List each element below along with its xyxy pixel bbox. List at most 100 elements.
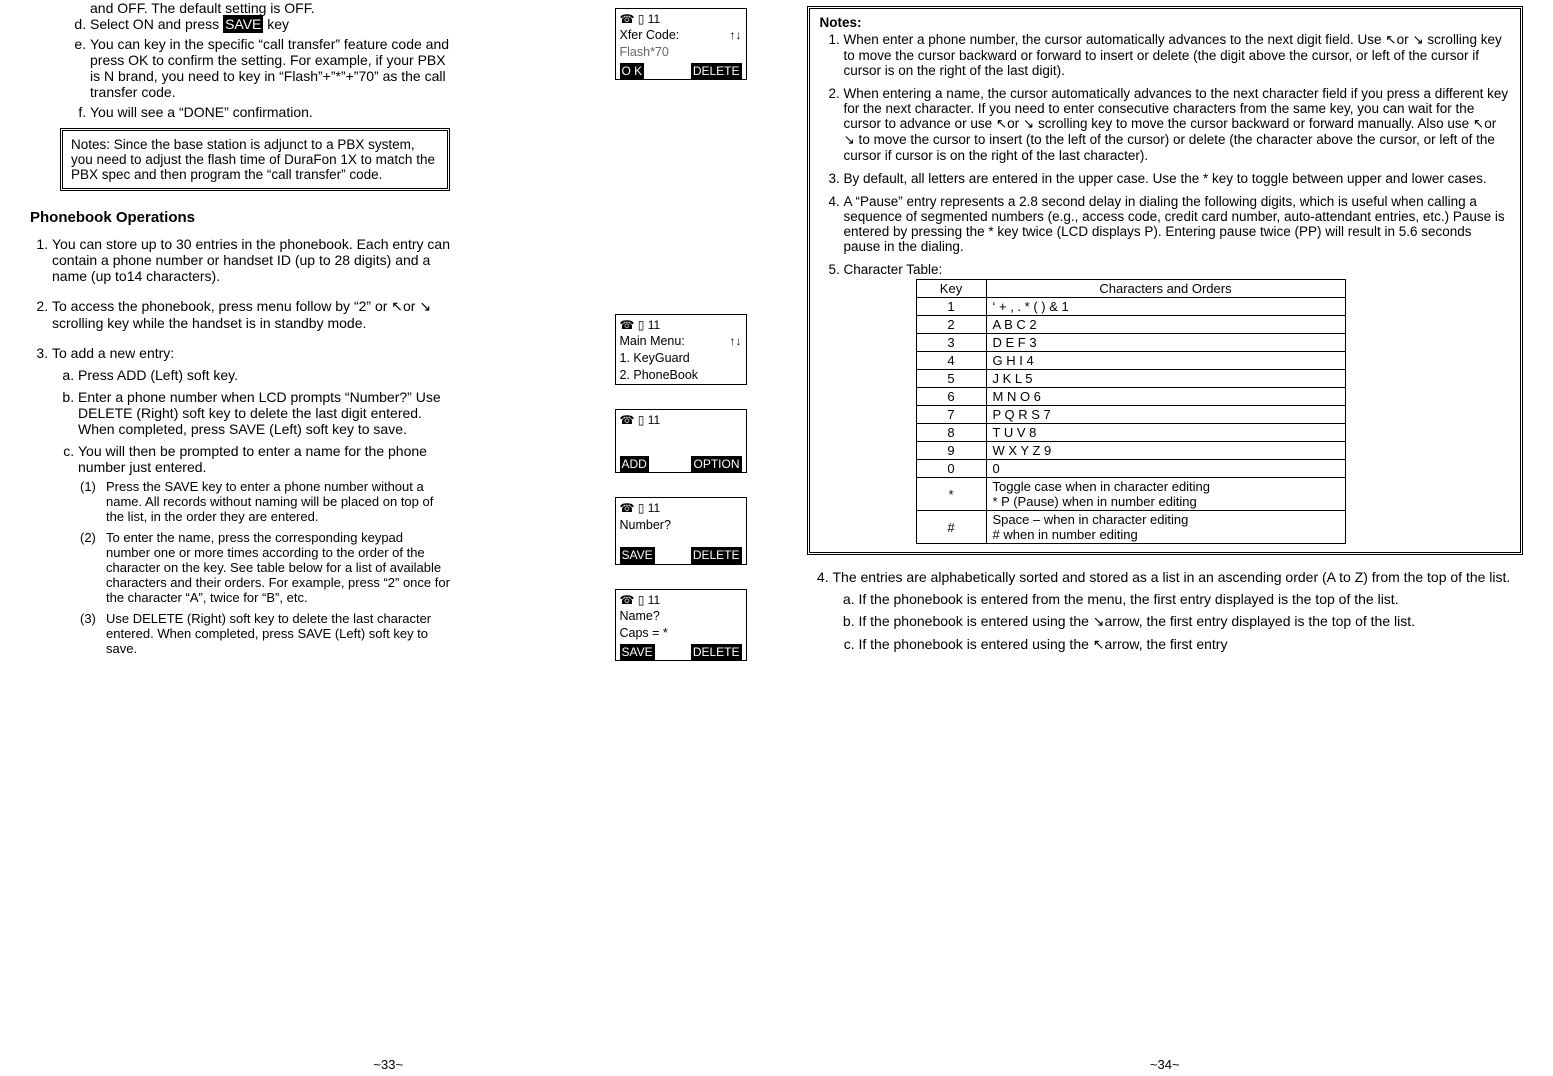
pbx-notes-box: Notes: Since the base station is adjunct… — [60, 128, 450, 191]
step-3c-3: (3)Use DELETE (Right) soft key to delete… — [106, 611, 450, 656]
after-4-lead: The entries are alphabetically sorted an… — [833, 569, 1511, 585]
notes-box-right: Notes: When enter a phone number, the cu… — [807, 6, 1524, 555]
page-number-34: ~34~ — [1150, 1057, 1180, 1072]
softkey-delete-1: DELETE — [691, 547, 742, 563]
softkey-save-1: SAVE — [620, 547, 655, 563]
note-5: Character Table: Key Characters and Orde… — [844, 262, 1511, 544]
lcd-name: ☎ ▯ 11 Name? Caps = * SAVE DELETE — [615, 589, 747, 661]
after-4-sub: If the phonebook is entered from the men… — [833, 591, 1524, 653]
step-3a: Press ADD (Left) soft key. — [78, 367, 450, 383]
lcd-mainmenu: ☎ ▯ 11 Main Menu: ↑↓ 1. KeyGuard 2. Phone… — [615, 314, 747, 385]
step-3c-1: (1)Press the SAVE key to enter a phone n… — [106, 479, 450, 524]
step-3b: Enter a phone number when LCD prompts “N… — [78, 389, 450, 437]
after-4c: If the phonebook is entered using the ↖a… — [859, 636, 1524, 653]
key-star: * — [916, 478, 986, 511]
chars-3: D E F 3 — [986, 334, 1345, 352]
key-1: 1 — [916, 298, 986, 316]
lcd-number-l1: Number? — [620, 517, 742, 534]
key-2: 2 — [916, 316, 986, 334]
softkey-option: OPTION — [691, 456, 741, 472]
lcd-name-l1: Name? — [620, 608, 742, 625]
page-spread: and OFF. The default setting is OFF. Sel… — [0, 0, 1553, 1076]
lcd-xfer-l2: Flash*70 — [620, 44, 742, 61]
key-5: 5 — [916, 370, 986, 388]
step-3-sub: Press ADD (Left) soft key. Enter a phone… — [52, 367, 450, 656]
lcd-main-l2: 1. KeyGuard — [620, 350, 742, 367]
note-5-lead: Character Table: — [844, 262, 943, 277]
note-1: When enter a phone number, the cursor au… — [844, 32, 1511, 78]
chars-4: G H I 4 — [986, 352, 1345, 370]
section-title: Phonebook Operations — [30, 209, 450, 226]
key-7: 7 — [916, 406, 986, 424]
lcd-main-arrows: ↑↓ — [730, 333, 742, 349]
item-d-suffix: key — [263, 16, 289, 32]
phonebook-steps: You can store up to 30 entries in the ph… — [30, 236, 450, 656]
page-34: Notes: When enter a phone number, the cu… — [777, 0, 1553, 1076]
chars-star: Toggle case when in character editing * … — [986, 478, 1345, 511]
step-1: You can store up to 30 entries in the ph… — [52, 236, 450, 284]
th-key: Key — [916, 280, 986, 298]
lcd-column: ☎ ▯ 11 Xfer Code:↑↓ Flash*70 O K DELETE … — [615, 0, 747, 685]
after-4a: If the phonebook is entered from the men… — [859, 591, 1524, 607]
lcd-addopt: ☎ ▯ 11 ADD OPTION — [615, 409, 747, 473]
chars-5: J K L 5 — [986, 370, 1345, 388]
chars-8: T U V 8 — [986, 424, 1345, 442]
th-chars: Characters and Orders — [986, 280, 1345, 298]
lcd-name-icons: ☎ ▯ 11 — [620, 592, 742, 608]
chars-hash: Space – when in character editing # when… — [986, 511, 1345, 544]
note-2: When entering a name, the cursor automat… — [844, 86, 1511, 163]
item-e: You can key in the specific “call transf… — [90, 36, 450, 100]
sublist-d-f: Select ON and press SAVE key You can key… — [30, 16, 450, 120]
key-0: 0 — [916, 460, 986, 478]
lcd-xfer: ☎ ▯ 11 Xfer Code: ↑↓ Flash*70 O K DELETE — [615, 8, 747, 80]
lcd-number: ☎ ▯ 11 Number? SAVE DELETE — [615, 497, 747, 564]
save-chip: SAVE — [223, 15, 263, 33]
key-8: 8 — [916, 424, 986, 442]
chars-6: M N O 6 — [986, 388, 1345, 406]
lcd-main-l1: Main Menu: — [620, 334, 685, 348]
step-2: To access the phonebook, press menu foll… — [52, 298, 450, 331]
key-3: 3 — [916, 334, 986, 352]
softkey-ok: O K — [620, 63, 645, 79]
step-3-lead: To add a new entry: — [52, 345, 174, 361]
tail-line: and OFF. The default setting is OFF. — [30, 0, 450, 16]
item-d-prefix: Select ON and press — [90, 16, 223, 32]
step-3c: You will then be prompted to enter a nam… — [78, 443, 450, 656]
key-6: 6 — [916, 388, 986, 406]
step-3c-lead: You will then be prompted to enter a nam… — [78, 443, 427, 475]
notes-header: Notes: — [820, 15, 1511, 30]
item-f: You will see a “DONE” confirmation. — [90, 104, 450, 120]
step-3c-paren: (1)Press the SAVE key to enter a phone n… — [78, 479, 450, 656]
softkey-delete-2: DELETE — [691, 644, 742, 660]
lcd-xfer-icons: ☎ ▯ 11 — [620, 11, 742, 27]
page-number-33: ~33~ — [373, 1057, 403, 1072]
lcd-xfer-arrows: ↑↓ — [730, 27, 742, 43]
item-d: Select ON and press SAVE key — [90, 16, 450, 32]
chars-0: 0 — [986, 460, 1345, 478]
lcd-name-l2: Caps = * — [620, 625, 742, 642]
after-4: The entries are alphabetically sorted an… — [833, 569, 1524, 653]
chars-9: W X Y Z 9 — [986, 442, 1345, 460]
softkey-save-2: SAVE — [620, 644, 655, 660]
notes-list: When enter a phone number, the cursor au… — [820, 32, 1511, 544]
softkey-add: ADD — [620, 456, 649, 472]
chars-7: P Q R S 7 — [986, 406, 1345, 424]
chars-2: A B C 2 — [986, 316, 1345, 334]
note-3: By default, all letters are entered in t… — [844, 171, 1511, 186]
chars-1: ‘ + , . * ( ) & 1 — [986, 298, 1345, 316]
key-9: 9 — [916, 442, 986, 460]
left-text-column: and OFF. The default setting is OFF. Sel… — [30, 0, 450, 656]
lcd-main-l3: 2. PhoneBook — [620, 367, 742, 384]
key-hash: # — [916, 511, 986, 544]
lcd-number-icons: ☎ ▯ 11 — [620, 500, 742, 516]
lcd-main-icons: ☎ ▯ 11 — [620, 317, 742, 333]
softkey-delete: DELETE — [691, 63, 742, 79]
after-4b: If the phonebook is entered using the ↘a… — [859, 613, 1524, 630]
after-notes-list: The entries are alphabetically sorted an… — [807, 569, 1524, 653]
note-4: A “Pause” entry represents a 2.8 second … — [844, 194, 1511, 254]
step-3: To add a new entry: Press ADD (Left) sof… — [52, 345, 450, 656]
character-table: Key Characters and Orders 1‘ + , . * ( )… — [916, 279, 1346, 544]
lcd-xfer-l1: Xfer Code: — [620, 28, 680, 42]
key-4: 4 — [916, 352, 986, 370]
page-33: and OFF. The default setting is OFF. Sel… — [0, 0, 777, 1076]
